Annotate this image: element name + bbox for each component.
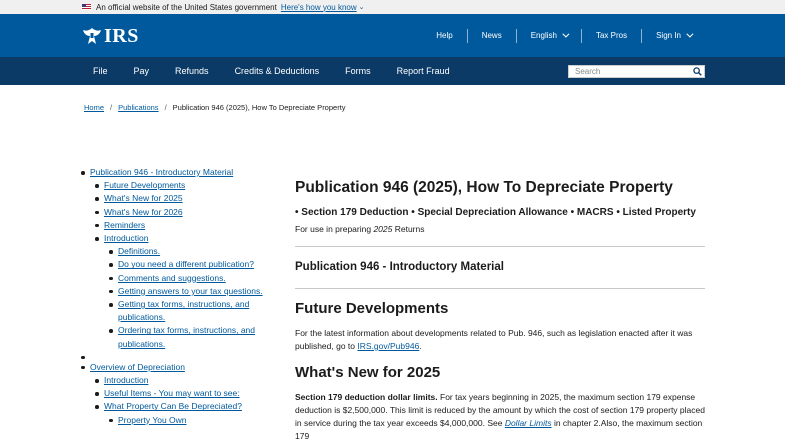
- page-title: Publication 946 (2025), How To Depreciat…: [295, 179, 673, 196]
- toc-link-whats-new-2025[interactable]: What's New for 2025: [104, 193, 183, 203]
- toc-item: Definitions.: [109, 245, 270, 258]
- language-selector[interactable]: English: [517, 30, 581, 40]
- toc-link-different-publication[interactable]: Do you need a different publication?: [118, 259, 254, 269]
- toc-link-what-property[interactable]: What Property Can Be Depreciated?: [104, 401, 242, 411]
- for-use-note: For use in preparing 2025 Returns: [295, 224, 705, 235]
- page-subtitle: • Section 179 Deduction • Special Deprec…: [295, 207, 696, 218]
- official-gov-banner: An official website of the United States…: [0, 0, 785, 14]
- toc-item: Future Developments: [95, 179, 270, 192]
- toc-item: Publication 946 - Introductory Material …: [81, 166, 270, 351]
- nav-report-fraud[interactable]: Report Fraud: [384, 66, 463, 76]
- toc-item: Getting tax forms, instructions, and pub…: [109, 298, 270, 324]
- toc-item: Ordering tax forms, instructions, and pu…: [109, 324, 270, 350]
- nav-forms[interactable]: Forms: [332, 66, 384, 76]
- nav-credits-deductions[interactable]: Credits & Deductions: [222, 66, 333, 76]
- toc-item: What's New for 2026: [95, 206, 270, 219]
- search-button[interactable]: [692, 66, 703, 77]
- toc-item: Property You Own: [109, 414, 270, 427]
- toc-link-getting-forms[interactable]: Getting tax forms, instructions, and pub…: [118, 299, 249, 322]
- search-box: [568, 65, 705, 78]
- breadcrumb-separator: /: [110, 103, 113, 112]
- chevron-down-icon: [686, 30, 694, 38]
- sign-in-menu[interactable]: Sign In: [642, 30, 705, 40]
- eagle-logo-icon: [83, 28, 101, 44]
- main-nav: File Pay Refunds Credits & Deductions Fo…: [0, 57, 785, 85]
- toc-item: Do you need a different publication?: [109, 258, 270, 271]
- toc-link-definitions[interactable]: Definitions.: [118, 246, 160, 256]
- nav-file[interactable]: File: [80, 66, 121, 76]
- toc-link-property-you-own[interactable]: Property You Own: [118, 415, 187, 425]
- breadcrumb-separator: /: [164, 103, 167, 112]
- toc-link-whats-new-2026[interactable]: What's New for 2026: [104, 207, 183, 217]
- breadcrumb-publications[interactable]: Publications: [118, 103, 158, 112]
- toc-item: Introduction Definitions. Do you need a …: [95, 232, 270, 351]
- chevron-down-icon: [562, 30, 570, 38]
- toc-link-overview-depreciation[interactable]: Overview of Depreciation: [90, 362, 185, 372]
- table-of-contents: Publication 946 - Introductory Material …: [81, 166, 270, 427]
- toc-item: What Property Can Be Depreciated? Proper…: [95, 400, 270, 427]
- gov-banner-text: An official website of the United States…: [96, 2, 277, 12]
- toc-item: Reminders: [95, 219, 270, 232]
- toc-link-useful-items[interactable]: Useful Items - You may want to see:: [104, 388, 240, 398]
- main-content: Publication 946 (2025), How To Depreciat…: [295, 178, 705, 443]
- toc-link-ordering-forms[interactable]: Ordering tax forms, instructions, and pu…: [118, 325, 255, 348]
- utility-nav: Help News English Tax Pros Sign In: [422, 14, 705, 57]
- toc-item: Introduction: [95, 374, 270, 387]
- help-link[interactable]: Help: [422, 31, 466, 40]
- toc-link-getting-answers[interactable]: Getting answers to your tax questions.: [118, 286, 263, 296]
- toc-spacer: [81, 351, 270, 361]
- future-end: .: [419, 341, 422, 351]
- search-icon: [693, 67, 702, 76]
- future-developments-text: For the latest information about develop…: [295, 327, 705, 353]
- whats-new-heading: What's New for 2025: [295, 364, 441, 381]
- toc-item: What's New for 2025: [95, 192, 270, 205]
- us-flag-icon: [82, 4, 91, 10]
- dollar-limits-link[interactable]: Dollar Limits: [505, 418, 552, 428]
- toc-link-introduction[interactable]: Introduction: [104, 233, 148, 243]
- pub946-link[interactable]: IRS.gov/Pub946: [357, 341, 419, 351]
- for-use-suffix: Returns: [392, 224, 425, 234]
- breadcrumb: Home / Publications / Publication 946 (2…: [84, 103, 346, 112]
- toc-item: Overview of Depreciation Introduction Us…: [81, 361, 270, 427]
- chevron-down-icon[interactable]: ⌄: [359, 3, 365, 11]
- dollar-limits-label: Dollar Limits: [504, 418, 552, 428]
- search-input[interactable]: [569, 66, 692, 77]
- divider: [295, 246, 705, 247]
- toc-item: Comments and suggestions.: [109, 272, 270, 285]
- divider: [295, 288, 705, 289]
- toc-link-future-developments[interactable]: Future Developments: [104, 180, 185, 190]
- irs-logo[interactable]: IRS: [82, 25, 139, 47]
- toc-item: Useful Items - You may want to see:: [95, 387, 270, 400]
- toc-link-comments[interactable]: Comments and suggestions.: [118, 273, 226, 283]
- heres-how-you-know-link[interactable]: Here's how you know: [281, 3, 357, 12]
- nav-refunds[interactable]: Refunds: [162, 66, 222, 76]
- top-header: IRS Help News English Tax Pros Sign In: [0, 14, 785, 57]
- toc-link-reminders[interactable]: Reminders: [104, 220, 145, 230]
- section-179-paragraph: Section 179 deduction dollar limits. For…: [295, 391, 705, 443]
- future-developments-heading: Future Developments: [295, 300, 449, 317]
- toc-item: Getting answers to your tax questions.: [109, 285, 270, 298]
- news-link[interactable]: News: [468, 31, 516, 40]
- for-use-year: 2025: [373, 224, 393, 234]
- breadcrumb-current: Publication 946 (2025), How To Depreciat…: [172, 103, 346, 112]
- breadcrumb-home[interactable]: Home: [84, 103, 104, 112]
- toc-link-overview-introduction[interactable]: Introduction: [104, 375, 148, 385]
- for-use-prefix: For use in preparing: [295, 224, 374, 234]
- intro-heading: Publication 946 - Introductory Material: [295, 261, 504, 273]
- tax-pros-link[interactable]: Tax Pros: [582, 31, 641, 40]
- language-label: English: [530, 31, 557, 40]
- nav-pay[interactable]: Pay: [121, 66, 163, 76]
- sign-in-label: Sign In: [656, 31, 681, 40]
- future-text: For the latest information about develop…: [295, 328, 693, 351]
- logo-wordmark: IRS: [104, 25, 139, 47]
- s179-bold: Section 179 deduction dollar limits.: [295, 392, 438, 402]
- toc-link-introductory-material[interactable]: Publication 946 - Introductory Material: [90, 167, 233, 177]
